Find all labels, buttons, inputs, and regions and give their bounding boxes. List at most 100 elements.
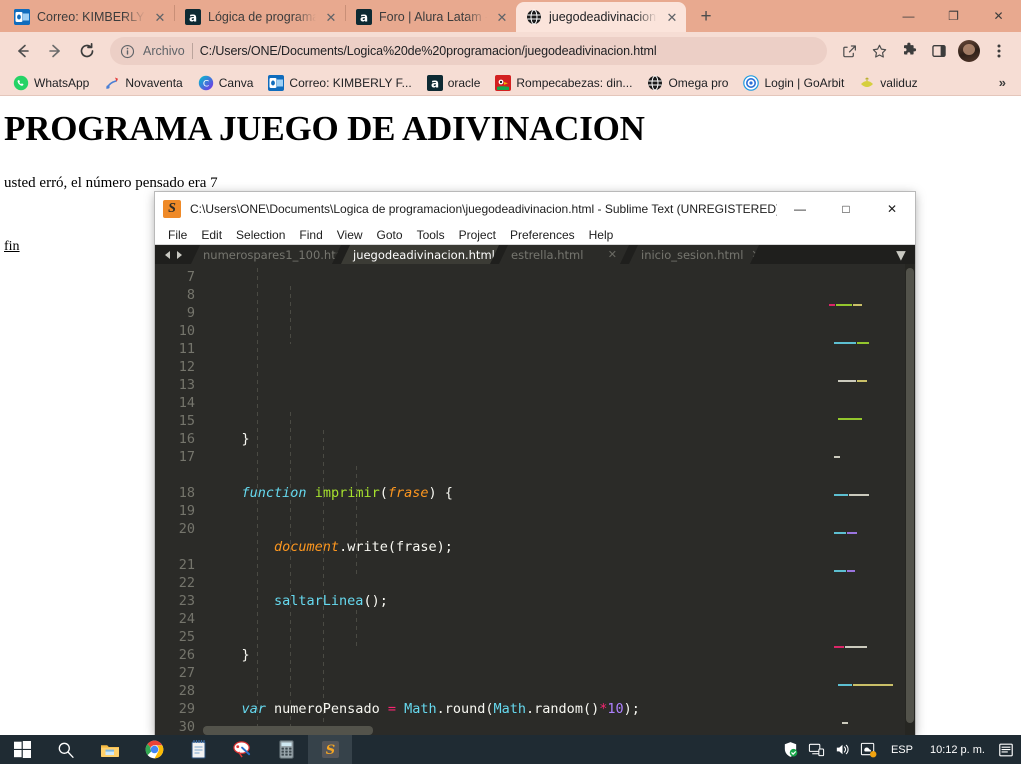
notification-icon[interactable] xyxy=(993,735,1019,764)
system-tray: ESP 10:12 p. m. xyxy=(778,735,1021,764)
close-icon[interactable]: ✕ xyxy=(152,11,168,24)
editor-horizontal-scrollbar[interactable] xyxy=(203,726,373,735)
browser-tab-1[interactable]: Correo: KIMBERLY FR - ✕ xyxy=(4,2,174,32)
menu-view[interactable]: View xyxy=(330,226,370,244)
editor-code-area[interactable]: } function imprimir(frase) { document.wr… xyxy=(203,264,915,735)
bookmark-oracle[interactable]: a oracle xyxy=(421,73,487,93)
address-bar[interactable]: Archivo C:/Users/ONE/Documents/Logica%20… xyxy=(110,37,827,65)
outlook-icon xyxy=(14,9,30,25)
shield-icon[interactable] xyxy=(778,735,804,764)
bookmark-validuz[interactable]: validuz xyxy=(853,73,923,93)
menu-edit[interactable]: Edit xyxy=(194,226,229,244)
browser-minimize-button[interactable]: — xyxy=(886,0,931,32)
forward-arrow-icon[interactable] xyxy=(40,36,70,66)
new-tab-button[interactable]: + xyxy=(692,2,720,30)
browser-tab-4-active[interactable]: juegodeadivinacion.htm ✕ xyxy=(516,2,686,32)
browser-maximize-button[interactable]: ❐ xyxy=(931,0,976,32)
sublime-close-button[interactable]: ✕ xyxy=(869,192,915,226)
sublime-editor-body[interactable]: 7 8 9 10 11 12 13 14 15 16 17 18 19 20 2… xyxy=(155,264,915,735)
line-number: 20 xyxy=(178,521,195,537)
close-icon[interactable]: ✕ xyxy=(323,11,339,24)
language-indicator[interactable]: ESP xyxy=(882,744,922,756)
side-panel-icon[interactable] xyxy=(925,37,953,65)
close-icon[interactable]: ✕ xyxy=(608,248,617,261)
bookmark-goarbit[interactable]: Login | GoArbit xyxy=(737,73,850,93)
bookmark-whatsapp[interactable]: WhatsApp xyxy=(7,73,95,93)
three-dot-menu-icon[interactable] xyxy=(985,37,1013,65)
scrollbar-thumb[interactable] xyxy=(906,268,914,723)
menu-preferences[interactable]: Preferences xyxy=(503,226,582,244)
menu-goto[interactable]: Goto xyxy=(370,226,410,244)
tab-nav-arrows[interactable] xyxy=(155,245,191,264)
tab-overflow-chevron-down-icon[interactable]: ▼ xyxy=(887,245,915,264)
onedrive-icon[interactable] xyxy=(856,735,882,764)
sublime-maximize-button[interactable]: □ xyxy=(823,192,869,226)
line-number: 28 xyxy=(178,683,195,699)
svg-text:a: a xyxy=(360,11,368,25)
start-button[interactable] xyxy=(0,735,44,764)
sublime-minimize-button[interactable]: — xyxy=(777,192,823,226)
validuz-icon xyxy=(859,75,875,91)
bookmark-rompecabezas[interactable]: Rompecabezas: din... xyxy=(489,73,638,93)
menu-file[interactable]: File xyxy=(161,226,194,244)
menu-tools[interactable]: Tools xyxy=(410,226,452,244)
menu-help[interactable]: Help xyxy=(582,226,621,244)
line-number: 27 xyxy=(178,665,195,681)
close-icon[interactable]: ✕ xyxy=(751,248,760,261)
clock[interactable]: 10:12 p. m. xyxy=(922,744,993,756)
line-number: 30 xyxy=(178,719,195,735)
file-explorer-icon[interactable] xyxy=(88,735,132,764)
bookmark-correo[interactable]: Correo: KIMBERLY F... xyxy=(262,73,417,93)
back-arrow-icon[interactable] xyxy=(8,36,38,66)
page-result-text: usted erró, el número pensado era 7 xyxy=(4,175,218,191)
network-icon[interactable] xyxy=(804,735,830,764)
editor-minimap[interactable] xyxy=(827,268,905,724)
share-icon[interactable] xyxy=(835,37,863,65)
chrome-icon[interactable] xyxy=(132,735,176,764)
sublime-tab-inicio-sesion[interactable]: inicio_sesion.html ✕ xyxy=(629,245,759,264)
bookmark-novaventa[interactable]: Novaventa xyxy=(98,73,188,93)
sublime-icon: S xyxy=(163,200,181,218)
browser-tab-2-title: Lógica de programació xyxy=(208,10,316,24)
sublime-tab-bar: numerospares1_100.html juegodeadivinacio… xyxy=(155,245,915,264)
whatsapp-icon xyxy=(13,75,29,91)
browser-tab-3[interactable]: a Foro | Alura Latam - Cu ✕ xyxy=(346,2,516,32)
bookmark-canva[interactable]: C Canva xyxy=(192,73,260,93)
star-icon[interactable] xyxy=(865,37,893,65)
svg-text:C: C xyxy=(203,79,209,89)
profile-avatar[interactable] xyxy=(958,40,980,62)
address-url-text[interactable]: C:/Users/ONE/Documents/Logica%20de%20pro… xyxy=(200,44,657,58)
line-number: 19 xyxy=(178,503,195,519)
speaker-icon[interactable] xyxy=(830,735,856,764)
close-icon[interactable]: ✕ xyxy=(494,11,510,24)
sublime-tab-estrella[interactable]: estrella.html ✕ xyxy=(499,245,629,264)
notepad-icon[interactable] xyxy=(176,735,220,764)
puzzle-icon[interactable] xyxy=(895,37,923,65)
menu-selection[interactable]: Selection xyxy=(229,226,292,244)
bookmark-label: Rompecabezas: din... xyxy=(516,75,633,90)
browser-tab-2[interactable]: a Lógica de programació ✕ xyxy=(175,2,345,32)
editor-vertical-scrollbar[interactable] xyxy=(905,264,915,735)
line-number: 23 xyxy=(178,593,195,609)
bookmarks-overflow-button[interactable]: » xyxy=(991,75,1014,90)
search-button[interactable] xyxy=(44,735,88,764)
calculator-icon[interactable] xyxy=(264,735,308,764)
paint-icon[interactable] xyxy=(220,735,264,764)
close-icon[interactable]: ✕ xyxy=(664,11,680,24)
browser-tab-strip: Correo: KIMBERLY FR - ✕ a Lógica de prog… xyxy=(0,0,1021,32)
editor-line-number-gutter: 7 8 9 10 11 12 13 14 15 16 17 18 19 20 2… xyxy=(155,264,203,735)
line-number-wrap xyxy=(155,538,203,556)
sublime-text-taskbar-icon[interactable]: S xyxy=(308,735,352,764)
bookmark-omega-pro[interactable]: Omega pro xyxy=(641,73,734,93)
code-line-9: document.write(frase); xyxy=(274,539,453,555)
sublime-tab-numerospares[interactable]: numerospares1_100.html xyxy=(191,245,341,264)
menu-find[interactable]: Find xyxy=(292,226,329,244)
line-number: 21 xyxy=(178,557,195,573)
sublime-tab-juegodeadivinacion[interactable]: juegodeadivinacion.html ✕ xyxy=(341,245,499,264)
svg-text:S: S xyxy=(325,743,334,758)
menu-project[interactable]: Project xyxy=(452,226,503,244)
code-line-12: var numeroPensado = Math.round(Math.rand… xyxy=(241,701,640,717)
reload-icon[interactable] xyxy=(72,36,102,66)
sublime-tab-label: numerospares1_100.html xyxy=(203,247,351,262)
browser-close-button[interactable]: ✕ xyxy=(976,0,1021,32)
